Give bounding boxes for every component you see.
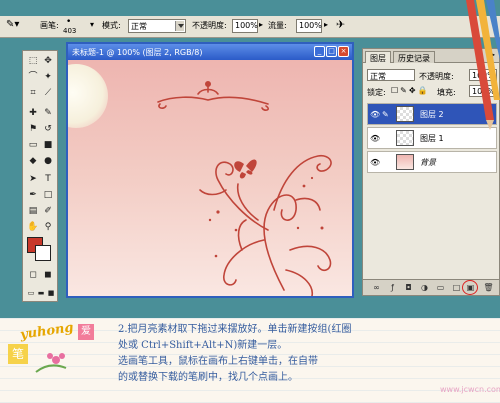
opacity-arrow[interactable]: ▸ <box>259 20 263 29</box>
site-logo: yuhong 笔 爱 <box>6 320 106 378</box>
hand-tool-icon[interactable]: ✋ <box>26 221 40 234</box>
flower-icon <box>35 353 67 373</box>
opacity-label: 不透明度: <box>192 21 227 30</box>
layer-row[interactable]: 👁 图层 1 <box>367 127 497 149</box>
tab-history[interactable]: 历史记录 <box>393 51 435 63</box>
brush-tool-icon[interactable]: ✎▾ <box>6 19 19 30</box>
layer-style-icon[interactable]: ƒ <box>387 282 398 293</box>
brush-preset-icon[interactable]: • <box>66 17 71 27</box>
blend-mode-value: 正常 <box>370 72 386 81</box>
site-watermark: www.jcwcn.com <box>440 385 500 394</box>
gradient-tool-icon[interactable]: ■ <box>41 139 55 152</box>
chevron-down-icon <box>175 21 184 31</box>
canvas[interactable] <box>68 60 352 296</box>
crop-tool-icon[interactable]: ⌗ <box>26 87 40 100</box>
flow-field[interactable]: 100% <box>296 19 322 33</box>
background-color-swatch[interactable] <box>35 245 51 261</box>
magic-wand-icon[interactable]: ✦ <box>41 71 55 84</box>
brush-icon: ✎ <box>382 110 389 119</box>
maximize-button[interactable]: □ <box>326 46 337 57</box>
caption-line: 2.把月亮素材取下拖过来摆放好。单击新建按组(红圈 <box>118 324 352 335</box>
layer-thumbnail <box>396 130 414 146</box>
blur-tool-icon[interactable]: ◆ <box>26 155 40 168</box>
caption-line: 处或 Ctrl+Shift+Alt+N)新建一层。 <box>118 340 288 351</box>
caption-line: 选画笔工具，鼠标在画布上右键单击，在自带 <box>118 356 318 367</box>
new-group-icon[interactable]: □ <box>451 282 462 293</box>
brush-picker-arrow[interactable]: ▾ <box>90 20 94 29</box>
stamp-tool-icon[interactable]: ⚑ <box>26 123 40 136</box>
close-button[interactable]: × <box>338 46 349 57</box>
folder-icon[interactable]: ▭ <box>435 282 446 293</box>
layer-name: 背景 <box>420 158 436 167</box>
quick-mask-on-icon[interactable]: ◼ <box>41 269 55 282</box>
layer-row[interactable]: 👁 背景 <box>367 151 497 173</box>
eyedropper-icon[interactable]: ✐ <box>41 205 55 218</box>
layer-opacity-label: 不透明度: <box>419 72 454 81</box>
tab-layers[interactable]: 图层 <box>365 51 391 63</box>
minimize-button[interactable]: _ <box>314 46 325 57</box>
path-select-icon[interactable]: ➤ <box>26 173 40 186</box>
butterfly <box>234 159 257 179</box>
eye-icon[interactable]: 👁 <box>370 110 380 119</box>
link-layers-icon[interactable]: ∞ <box>371 282 382 293</box>
notes-tool-icon[interactable]: ▤ <box>26 205 40 218</box>
shape-tool-icon[interactable]: □ <box>41 189 55 202</box>
quick-mask-off-icon[interactable]: ◻ <box>26 269 40 282</box>
blend-mode-select[interactable]: 正常 <box>367 69 415 81</box>
screen-mode-3-icon[interactable]: ■ <box>44 287 58 300</box>
flow-arrow[interactable]: ▸ <box>324 20 328 29</box>
document-title: 未标题-1 @ 100% (图层 2, RGB/8) <box>72 48 203 57</box>
slice-tool-icon[interactable]: ⟋ <box>41 87 55 100</box>
eye-icon[interactable]: 👁 <box>370 158 380 167</box>
photoshop-screenshot: ✎▾ 画笔: • 403 ▾ 模式: 正常 不透明度: 100% ▸ 流量: 1… <box>0 0 500 318</box>
adjustment-icon[interactable]: ◑ <box>419 282 430 293</box>
type-tool-icon[interactable]: T <box>41 173 55 186</box>
brush-size-value[interactable]: 403 <box>63 27 76 35</box>
tutorial-caption: 2.把月亮素材取下拖过来摆放好。单击新建按组(红圈 处或 Ctrl+Shift+… <box>118 322 494 386</box>
layer-thumbnail <box>396 106 414 122</box>
brush-label: 画笔: <box>40 21 59 30</box>
lasso-tool-icon[interactable]: ⌒ <box>26 71 40 84</box>
flow-label: 流量: <box>268 21 287 30</box>
pen-tool-icon[interactable]: ✒ <box>26 189 40 202</box>
caption-line: 的或替换下载的笔刷中，找几个点画上。 <box>118 372 298 383</box>
lock-icons[interactable]: ☐✎✥🔒 <box>391 86 430 95</box>
document-titlebar[interactable]: 未标题-1 @ 100% (图层 2, RGB/8) _ □ × <box>68 44 352 60</box>
history-brush-icon[interactable]: ↺ <box>41 123 55 136</box>
mode-select[interactable]: 正常 <box>128 19 186 33</box>
layer-thumbnail <box>396 154 414 170</box>
lock-label: 锁定: <box>367 88 386 97</box>
document-window: 未标题-1 @ 100% (图层 2, RGB/8) _ □ × <box>66 42 354 298</box>
layer-name: 图层 2 <box>420 110 444 119</box>
layer-name: 图层 1 <box>420 134 444 143</box>
pencils-decoration <box>466 0 500 130</box>
fill-label: 填充: <box>437 88 456 97</box>
highlight-circle <box>462 280 478 295</box>
mode-label: 模式: <box>102 21 121 30</box>
dodge-tool-icon[interactable]: ● <box>41 155 55 168</box>
opacity-field[interactable]: 100% <box>232 19 258 33</box>
brush-tool-icon-active[interactable]: ✎ <box>41 107 55 120</box>
airbrush-icon[interactable]: ✈ <box>336 18 345 31</box>
eye-icon[interactable]: 👁 <box>370 134 380 143</box>
zoom-tool-icon[interactable]: ⚲ <box>41 221 55 234</box>
options-bar: ✎▾ 画笔: • 403 ▾ 模式: 正常 不透明度: 100% ▸ 流量: 1… <box>0 16 500 38</box>
eraser-tool-icon[interactable]: ▭ <box>26 139 40 152</box>
trash-icon[interactable]: 🗑 <box>483 282 494 293</box>
move-tool-icon[interactable]: ✥ <box>41 55 55 68</box>
layers-panel-footer: ∞ ƒ ◘ ◑ ▭ □ ▣ 🗑 <box>363 279 499 295</box>
toolbox: ⬚ ✥ ⌒ ✦ ⌗ ⟋ ✚ ✎ ⚑ ↺ ▭ ■ ◆ ● ➤ T ✒ □ ▤ ✐ … <box>22 50 58 302</box>
healing-brush-icon[interactable]: ✚ <box>26 107 40 120</box>
mask-icon[interactable]: ◘ <box>403 282 414 293</box>
mode-select-value: 正常 <box>131 22 147 31</box>
marquee-tool-icon[interactable]: ⬚ <box>26 55 40 68</box>
ornament-artwork <box>157 80 332 296</box>
